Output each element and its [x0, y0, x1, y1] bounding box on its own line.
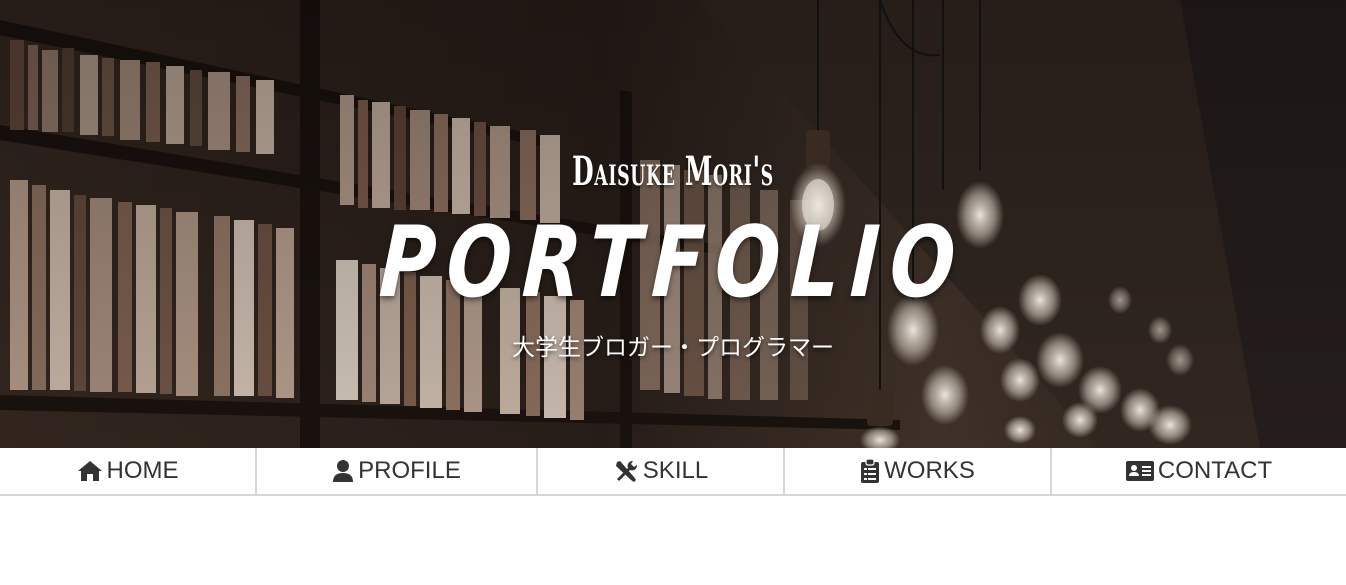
home-icon	[77, 461, 102, 481]
nav-item-label: CONTACT	[1157, 457, 1273, 484]
user-icon	[333, 460, 354, 482]
hero-banner: Daisuke Mori's PORTFOLIO 大学生ブロガー・プログラマー	[0, 0, 1346, 448]
nav-item-works[interactable]: WORKS	[785, 448, 1052, 494]
nav-item-label: HOME	[106, 457, 179, 484]
nav-item-skill[interactable]: SKILL	[538, 448, 785, 494]
main-navigation: HOME PROFILE SKILL WORKS CONTACT	[0, 448, 1346, 496]
nav-item-home[interactable]: HOME	[0, 448, 257, 494]
nav-item-label: WORKS	[884, 457, 975, 484]
hero-text-group: Daisuke Mori's PORTFOLIO 大学生ブロガー・プログラマー	[0, 0, 1346, 448]
hero-tagline: 大学生ブロガー・プログラマー	[512, 335, 834, 361]
nav-item-profile[interactable]: PROFILE	[257, 448, 538, 494]
nav-item-label: SKILL	[642, 457, 709, 484]
nav-item-label: PROFILE	[358, 457, 461, 484]
nav-item-contact[interactable]: CONTACT	[1052, 448, 1346, 494]
hero-subtitle: Daisuke Mori's	[572, 148, 774, 195]
id-card-icon	[1125, 461, 1154, 481]
tools-icon	[615, 460, 637, 482]
hero-title: PORTFOLIO	[376, 206, 970, 320]
clipboard-icon	[861, 458, 880, 483]
